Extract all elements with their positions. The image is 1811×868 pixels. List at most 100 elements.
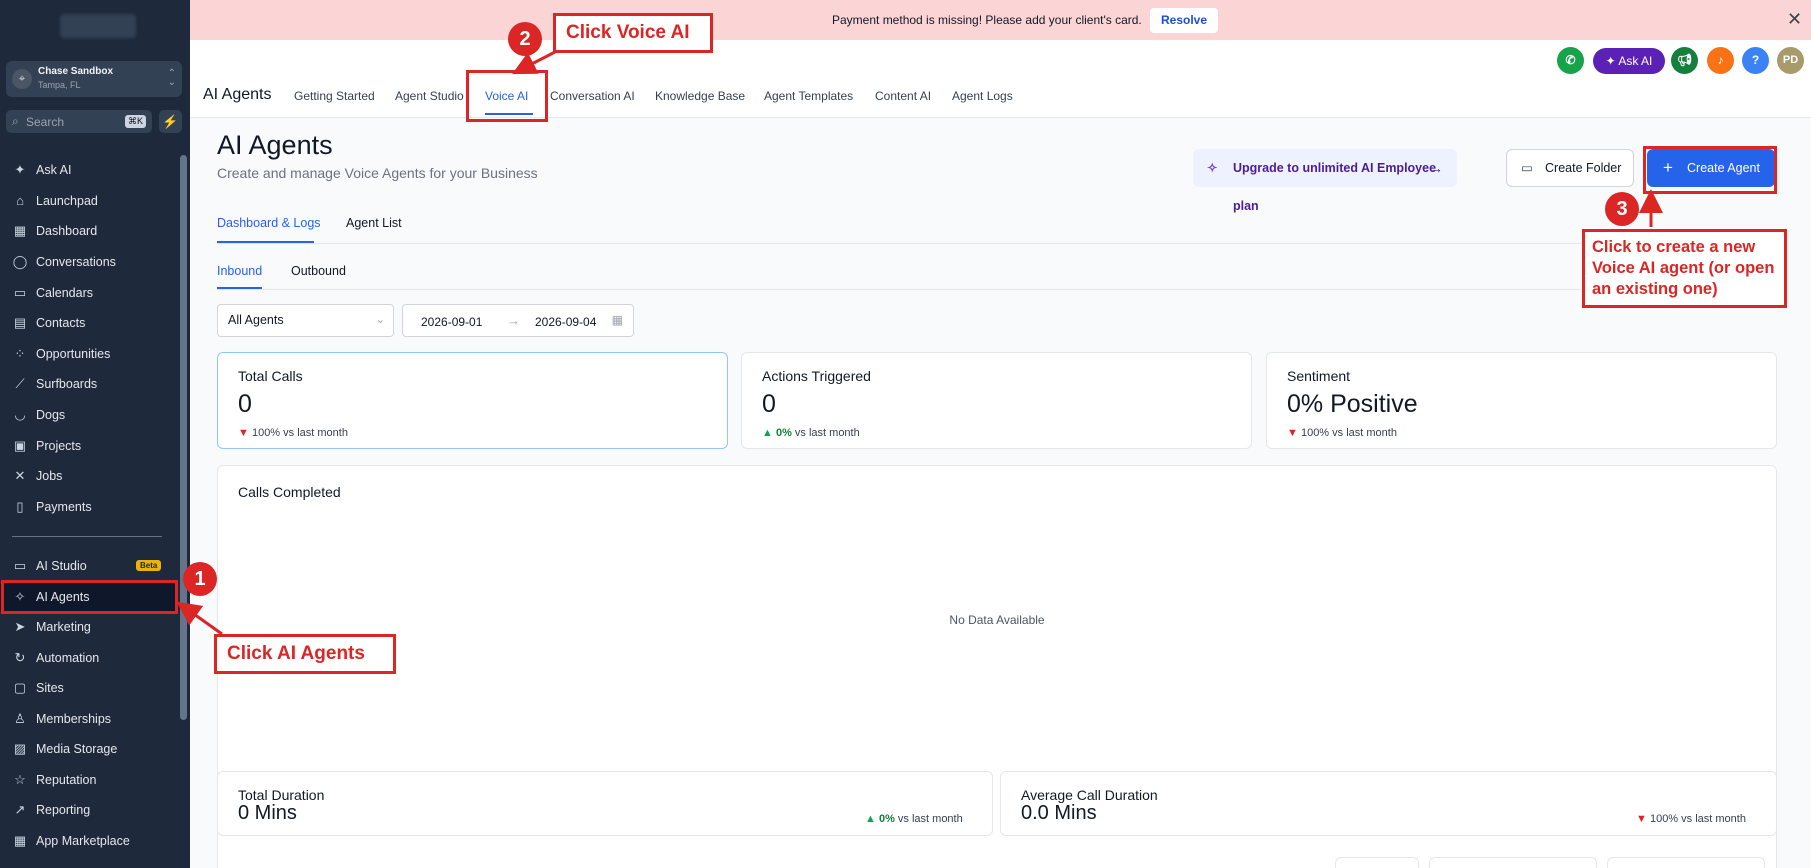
location-pin-icon: ⌖	[12, 69, 32, 89]
tab-agent-logs[interactable]: Agent Logs	[952, 89, 1013, 103]
sidebar-item-ask-ai[interactable]: ✦ Ask AI	[0, 156, 178, 184]
sidebar-item-label: Marketing	[36, 620, 91, 634]
card-title: Average Call Duration	[1021, 787, 1158, 803]
bell-icon[interactable]: ♪	[1707, 47, 1734, 74]
receipt-icon: ▯	[16, 499, 24, 514]
tab-knowledge-base[interactable]: Knowledge Base	[655, 89, 745, 103]
sidebar-item-app-marketplace[interactable]: ▦ App Marketplace	[0, 827, 178, 855]
trend-icon: ↗	[14, 802, 26, 817]
agent-filter-value: All Agents	[228, 313, 284, 327]
sidebar-item-sites[interactable]: ▢ Sites	[0, 674, 178, 702]
sidebar-item-ai-studio[interactable]: ▭ AI Studio Beta	[0, 552, 178, 580]
automation-icon: ↻	[14, 650, 26, 665]
bottom-control[interactable]	[1429, 857, 1597, 868]
sidebar-item-reporting[interactable]: ↗ Reporting	[0, 796, 178, 824]
payment-banner: Payment method is missing! Please add yo…	[190, 0, 1811, 40]
card-value: 0.0 Mins	[1021, 802, 1097, 824]
company-logo[interactable]	[60, 14, 136, 38]
membership-icon: ♙	[14, 711, 26, 726]
ask-ai-button[interactable]: ✦ Ask AI	[1593, 48, 1665, 74]
account-switcher[interactable]: ⌖ Chase Sandbox Tampa, FL ⌃ ⌄	[6, 61, 182, 97]
search-input[interactable]: ⌕ Search ⌘K	[6, 110, 152, 133]
sidebar-item-contacts[interactable]: ▤ Contacts	[0, 309, 178, 337]
sidebar-item-dashboard[interactable]: ▦ Dashboard	[0, 217, 178, 245]
sidebar-item-automation[interactable]: ↻ Automation	[0, 644, 178, 672]
create-folder-label: Create Folder	[1545, 161, 1622, 175]
card-delta: ▼ 100% vs last month	[1287, 427, 1397, 439]
tab-content-ai[interactable]: Content AI	[875, 89, 931, 103]
rocket-icon: ⌂	[16, 193, 24, 208]
sidebar-item-label: Projects	[36, 439, 82, 453]
ask-ai-label: Ask AI	[1618, 54, 1653, 68]
sidebar-item-label: Media Storage	[36, 742, 118, 756]
star-icon: ☆	[14, 772, 26, 787]
subtab-divider	[217, 243, 1765, 244]
search-shortcut: ⌘K	[124, 115, 146, 128]
arrow-right-icon: →	[507, 313, 520, 328]
upgrade-plan-button[interactable]: ✧ Upgrade to unlimited AI Employee plan …	[1193, 149, 1457, 213]
tab-inbound[interactable]: Inbound	[217, 264, 262, 278]
sidebar-scrollbar[interactable]	[180, 155, 187, 720]
subtab-indicator	[217, 241, 314, 243]
sidebar-item-memberships[interactable]: ♙ Memberships	[0, 705, 178, 733]
agent-filter-select[interactable]: All Agents ⌄	[217, 304, 394, 337]
sites-icon: ▢	[13, 680, 27, 695]
megaphone-icon[interactable]: 📢︎	[1671, 47, 1698, 74]
sidebar-item-label: Conversations	[36, 255, 116, 269]
search-placeholder: Search	[26, 115, 65, 129]
chat-bubble-icon: ◯	[12, 254, 28, 269]
card-delta: ▲ 0% vs last month	[762, 427, 860, 439]
avatar[interactable]: PD	[1777, 47, 1804, 74]
direction-divider	[217, 289, 1765, 290]
page-subtitle: Create and manage Voice Agents for your …	[217, 165, 538, 181]
bottom-control[interactable]	[1335, 857, 1419, 868]
sidebar-item-media-storage[interactable]: ▨ Media Storage	[0, 735, 178, 763]
help-icon[interactable]: ?	[1742, 47, 1769, 74]
tab-agent-templates[interactable]: Agent Templates	[764, 89, 853, 103]
sidebar-item-label: App Marketplace	[36, 834, 130, 848]
quick-action-button[interactable]: ⚡	[159, 110, 182, 133]
card-delta: ▼ 100% vs last month	[1636, 813, 1746, 825]
bottom-control[interactable]	[1607, 857, 1765, 868]
apps-icon: ▦	[13, 833, 27, 848]
folder-icon: ▭	[1521, 161, 1533, 175]
calendar-icon: ▭	[13, 285, 27, 300]
sidebar-item-surfboards[interactable]: ⟋ Surfboards	[0, 370, 178, 398]
sidebar-item-payments[interactable]: ▯ Payments	[0, 493, 178, 521]
surfboard-icon: ⟋	[15, 376, 25, 391]
triangle-down-icon: ▼	[238, 427, 249, 439]
tab-getting-started[interactable]: Getting Started	[294, 89, 375, 103]
sidebar-item-conversations[interactable]: ◯ Conversations	[0, 248, 178, 276]
sidebar-item-label: Opportunities	[36, 347, 111, 361]
resolve-button[interactable]: Resolve	[1150, 8, 1218, 33]
sidebar-item-calendars[interactable]: ▭ Calendars	[0, 279, 178, 307]
sidebar-item-label: Dogs	[36, 408, 66, 422]
sentiment-card: Sentiment 0% Positive ▼ 100% vs last mon…	[1266, 352, 1777, 449]
dog-icon: ◡	[14, 407, 26, 422]
sidebar-item-dogs[interactable]: ◡ Dogs	[0, 401, 178, 429]
sidebar-item-launchpad[interactable]: ⌂ Launchpad	[0, 187, 178, 215]
create-folder-button[interactable]: ▭ Create Folder	[1506, 149, 1634, 187]
tab-conversation-ai[interactable]: Conversation AI	[550, 89, 635, 103]
chevron-down-icon: ⌄	[375, 314, 385, 326]
sidebar-item-label: AI Studio	[36, 559, 87, 573]
subtab-agent-list[interactable]: Agent List	[346, 216, 402, 230]
card-value: 0 Mins	[238, 802, 297, 824]
direction-indicator	[217, 287, 262, 289]
phone-icon[interactable]: ✆	[1557, 47, 1584, 74]
sidebar-item-opportunities[interactable]: ⁘ Opportunities	[0, 340, 178, 368]
account-location: Tampa, FL	[38, 80, 81, 90]
triangle-down-icon: ▼	[1287, 427, 1298, 439]
network-icon: ⁘	[14, 346, 26, 361]
date-range-picker[interactable]: 2026-09-01 → 2026-09-04 ▦	[402, 304, 634, 337]
sidebar-item-marketing[interactable]: ➤ Marketing	[0, 613, 178, 641]
tab-agent-studio[interactable]: Agent Studio	[395, 89, 464, 103]
sidebar-item-jobs[interactable]: ✕ Jobs	[0, 462, 178, 490]
close-icon[interactable]: ✕	[1787, 9, 1802, 30]
subtab-dashboard-logs[interactable]: Dashboard & Logs	[217, 216, 321, 230]
annotation-label-2: Click Voice AI	[553, 13, 713, 53]
tab-outbound[interactable]: Outbound	[291, 264, 346, 278]
annotation-step-1: 1	[183, 562, 217, 596]
sidebar-item-reputation[interactable]: ☆ Reputation	[0, 766, 178, 794]
sidebar-item-projects[interactable]: ▣ Projects	[0, 432, 178, 460]
